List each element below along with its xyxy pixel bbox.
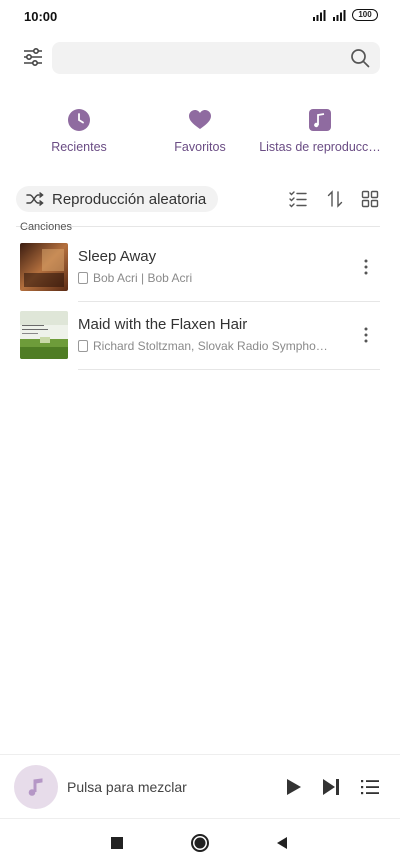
multi-select-icon[interactable] [288, 189, 308, 209]
quick-recent-label: Recientes [51, 140, 107, 154]
clock-icon [68, 109, 90, 131]
player-prompt: Pulsa para mezclar [67, 779, 187, 795]
back-triangle-icon[interactable] [272, 833, 292, 853]
shuffle-label: Reproducción aleatoria [52, 190, 207, 208]
sort-icon[interactable] [325, 189, 345, 209]
album-art [20, 243, 68, 291]
song-meta: Richard Stoltzman, Slovak Radio Sympho… [78, 339, 334, 353]
shuffle-icon [26, 192, 44, 206]
album-art [20, 311, 68, 359]
quick-playlists[interactable]: Listas de reproducc… [258, 108, 382, 154]
search-input[interactable] [64, 42, 334, 74]
section-label: Canciones [20, 221, 72, 233]
row-divider [78, 301, 380, 302]
status-time: 10:00 [24, 9, 58, 24]
device-icon [78, 272, 88, 284]
song-title: Maid with the Flaxen Hair [78, 316, 248, 333]
song-meta: Bob Acri | Bob Acri [78, 271, 334, 285]
home-circle-icon[interactable] [190, 833, 210, 853]
song-artist: Bob Acri | Bob Acri [93, 271, 193, 285]
play-icon[interactable] [282, 776, 304, 798]
search-row [0, 40, 400, 76]
search-bar [52, 42, 380, 74]
mini-player[interactable]: Pulsa para mezclar [0, 754, 400, 818]
grid-view-icon[interactable] [360, 189, 380, 209]
song-artist: Richard Stoltzman, Slovak Radio Sympho… [93, 339, 328, 353]
row-divider [78, 369, 380, 370]
status-bar: 10:00 100 [0, 0, 400, 34]
quick-recent[interactable]: Recientes [51, 108, 107, 154]
sliders-icon [24, 47, 42, 67]
quick-favorites[interactable]: Favoritos [172, 108, 228, 154]
signal-icon [333, 10, 346, 21]
song-title: Sleep Away [78, 248, 157, 265]
quick-access: Recientes Favoritos Listas de reproducc… [0, 108, 400, 158]
shuffle-button[interactable]: Reproducción aleatoria [16, 186, 219, 212]
player-album-art [14, 765, 58, 809]
more-options-icon[interactable] [358, 257, 374, 277]
battery-level: 100 [358, 10, 372, 19]
recents-square-icon[interactable] [107, 833, 127, 853]
device-icon [78, 340, 88, 352]
battery-icon: 100 [352, 9, 378, 21]
heart-icon [189, 110, 211, 129]
filter-button[interactable] [20, 44, 46, 70]
playlist-icon [309, 109, 331, 131]
skip-next-icon[interactable] [320, 776, 342, 798]
status-icons: 100 [312, 9, 378, 21]
quick-playlists-label: Listas de reproducc… [259, 140, 381, 154]
system-nav-bar [0, 818, 400, 866]
signal-icon [313, 10, 326, 21]
more-options-icon[interactable] [358, 325, 374, 345]
queue-icon[interactable] [359, 776, 381, 798]
search-icon[interactable] [350, 48, 370, 68]
music-note-icon [28, 778, 43, 796]
quick-favorites-label: Favoritos [174, 140, 226, 154]
